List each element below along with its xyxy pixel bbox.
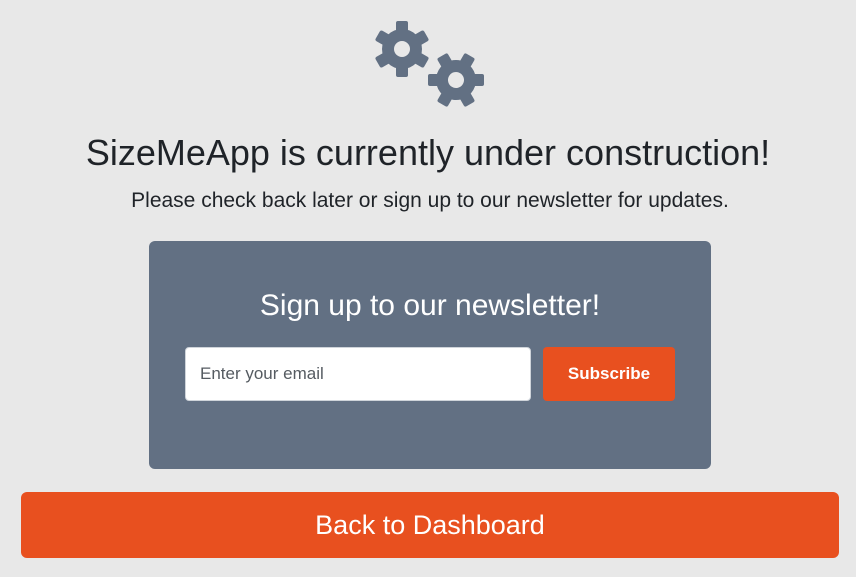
back-to-dashboard-button[interactable]: Back to Dashboard xyxy=(21,492,839,558)
newsletter-panel: Sign up to our newsletter! Subscribe xyxy=(149,241,711,469)
page-title: SizeMeApp is currently under constructio… xyxy=(85,132,771,173)
under-construction-page: SizeMeApp is currently under constructio… xyxy=(0,0,856,577)
subscribe-button[interactable]: Subscribe xyxy=(543,347,675,401)
gears-icon xyxy=(374,21,490,112)
email-input[interactable] xyxy=(185,347,531,401)
page-subtitle: Please check back later or sign up to ou… xyxy=(131,189,729,212)
newsletter-title: Sign up to our newsletter! xyxy=(259,289,601,322)
